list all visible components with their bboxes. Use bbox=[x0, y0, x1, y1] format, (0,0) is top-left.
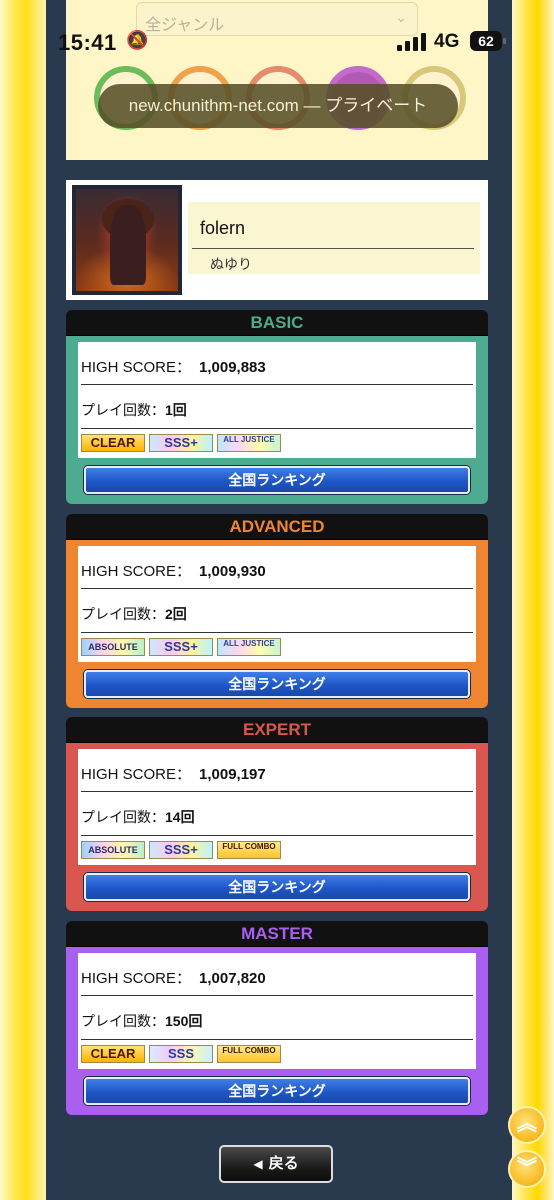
play-count-label: プレイ回数： bbox=[81, 402, 165, 418]
play-count-value: 150回 bbox=[165, 1013, 203, 1029]
difficulty-expert: EXPERT HIGH SCORE： 1,009,197 プレイ回数：14回 AB… bbox=[66, 717, 488, 911]
difficulty-header: ADVANCED bbox=[66, 514, 488, 540]
rank-badge: SSS bbox=[149, 1045, 213, 1063]
combo-badge: ALL JUSTICE bbox=[217, 434, 281, 452]
genre-select[interactable]: 全ジャンル ⌄ bbox=[136, 2, 418, 36]
high-score-row: HIGH SCORE： 1,009,883 bbox=[81, 356, 266, 377]
difficulty-name: EXPERT bbox=[242, 720, 312, 739]
song-profile: folern ぬゆり bbox=[66, 180, 488, 300]
difficulty-name: BASIC bbox=[250, 313, 304, 332]
clear-badge: ABSOLUTE bbox=[81, 638, 145, 656]
score-panel: HIGH SCORE： 1,007,820 プレイ回数：150回 CLEAR SS… bbox=[78, 953, 476, 1069]
song-title: folern bbox=[200, 218, 246, 238]
play-count-row: プレイ回数：150回 bbox=[81, 1011, 202, 1031]
difficulty-header: MASTER bbox=[66, 921, 488, 947]
divider bbox=[192, 248, 474, 249]
network-type: 4G bbox=[434, 31, 460, 52]
signal-icon bbox=[397, 33, 427, 51]
back-button[interactable]: ◀ 戻る bbox=[219, 1145, 333, 1183]
song-info: folern ぬゆり bbox=[188, 202, 480, 274]
song-jacket bbox=[72, 185, 182, 295]
triangle-left-icon: ◀ bbox=[253, 1157, 263, 1171]
combo-badge: FULL COMBO bbox=[217, 1045, 281, 1063]
ranking-button-advanced[interactable]: 全国ランキング bbox=[84, 670, 470, 698]
chevron-double-up-icon[interactable]: ︽ bbox=[508, 1106, 546, 1144]
ranking-button-basic[interactable]: 全国ランキング bbox=[84, 466, 470, 494]
high-score-value: 1,009,883 bbox=[199, 359, 266, 376]
left-decoration bbox=[0, 0, 48, 1200]
battery-icon: 62 bbox=[470, 31, 506, 51]
url-bar[interactable]: new.chunithm-net.com — プライベート bbox=[98, 84, 458, 128]
battery-level: 62 bbox=[478, 33, 494, 49]
difficulty-advanced: ADVANCED HIGH SCORE： 1,009,930 プレイ回数：2回 A… bbox=[66, 514, 488, 708]
ranking-button-expert[interactable]: 全国ランキング bbox=[84, 873, 470, 901]
play-count-row: プレイ回数：1回 bbox=[81, 400, 187, 420]
high-score-row: HIGH SCORE： 1,009,197 bbox=[81, 763, 266, 784]
rank-badge: SSS+ bbox=[149, 638, 213, 656]
difficulty-header: BASIC bbox=[66, 310, 488, 336]
rank-badge: SSS+ bbox=[149, 841, 213, 859]
play-count-label: プレイ回数： bbox=[81, 606, 165, 622]
song-artist: ぬゆり bbox=[210, 256, 252, 272]
high-score-row: HIGH SCORE： 1,009,930 bbox=[81, 560, 266, 581]
difficulty-master: MASTER HIGH SCORE： 1,007,820 プレイ回数：150回 C… bbox=[66, 921, 488, 1115]
play-count-label: プレイ回数： bbox=[81, 1013, 165, 1029]
difficulty-header: EXPERT bbox=[66, 717, 488, 743]
difficulty-basic: BASIC HIGH SCORE： 1,009,883 プレイ回数：1回 CLEA… bbox=[66, 310, 488, 504]
high-score-value: 1,009,197 bbox=[199, 766, 266, 783]
play-count-value: 2回 bbox=[165, 606, 187, 622]
chevron-double-down-icon[interactable]: ︾ bbox=[508, 1150, 546, 1188]
high-score-value: 1,007,820 bbox=[199, 970, 266, 987]
ranking-button-master[interactable]: 全国ランキング bbox=[84, 1077, 470, 1105]
score-panel: HIGH SCORE： 1,009,883 プレイ回数：1回 CLEAR SSS+… bbox=[78, 342, 476, 458]
difficulty-name: ADVANCED bbox=[229, 517, 325, 536]
play-count-row: プレイ回数：14回 bbox=[81, 807, 195, 827]
play-count-value: 14回 bbox=[165, 809, 195, 825]
score-panel: HIGH SCORE： 1,009,197 プレイ回数：14回 ABSOLUTE … bbox=[78, 749, 476, 865]
high-score-row: HIGH SCORE： 1,007,820 bbox=[81, 967, 266, 988]
back-button-label: 戻る bbox=[268, 1155, 299, 1172]
clear-badge: CLEAR bbox=[81, 1045, 145, 1063]
bell-slash-icon: 🔕 bbox=[126, 30, 149, 50]
combo-badge: ALL JUSTICE bbox=[217, 638, 281, 656]
status-time: 15:41 bbox=[58, 30, 117, 55]
play-count-value: 1回 bbox=[165, 402, 187, 418]
combo-badge: FULL COMBO bbox=[217, 841, 281, 859]
clear-badge: CLEAR bbox=[81, 434, 145, 452]
high-score-label: HIGH SCORE： bbox=[81, 766, 192, 783]
high-score-label: HIGH SCORE： bbox=[81, 563, 192, 580]
high-score-label: HIGH SCORE： bbox=[81, 970, 192, 987]
play-count-row: プレイ回数：2回 bbox=[81, 604, 187, 624]
play-count-label: プレイ回数： bbox=[81, 809, 165, 825]
rank-badge: SSS+ bbox=[149, 434, 213, 452]
score-panel: HIGH SCORE： 1,009,930 プレイ回数：2回 ABSOLUTE S… bbox=[78, 546, 476, 662]
filter-panel: 全ジャンル ⌄ bbox=[66, 0, 488, 160]
right-decoration bbox=[514, 0, 554, 1200]
chevron-down-icon: ⌄ bbox=[395, 9, 407, 25]
genre-select-value: 全ジャンル bbox=[145, 17, 225, 34]
difficulty-name: MASTER bbox=[241, 924, 313, 943]
clear-badge: ABSOLUTE bbox=[81, 841, 145, 859]
high-score-label: HIGH SCORE： bbox=[81, 359, 192, 376]
high-score-value: 1,009,930 bbox=[199, 563, 266, 580]
